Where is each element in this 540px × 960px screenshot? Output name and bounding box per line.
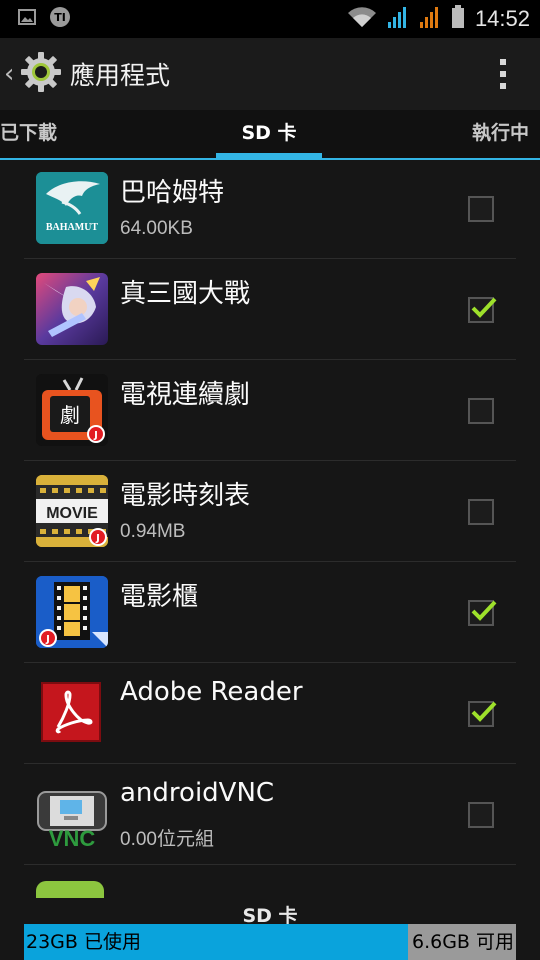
wifi-icon <box>347 6 377 32</box>
action-bar: ‹ 應用程式 <box>0 38 540 110</box>
app-checkbox[interactable] <box>468 297 497 323</box>
tv-drama-icon: 劇 J <box>36 374 108 446</box>
app-checkbox[interactable] <box>468 499 494 525</box>
app-name: 電視連續劇 <box>120 380 251 410</box>
app-checkbox[interactable] <box>468 802 494 828</box>
list-item[interactable]: 劇 J 電視連續劇 <box>24 360 516 461</box>
app-size: 64.00KB <box>120 218 193 239</box>
app-name: 真三國大戰 <box>120 279 251 309</box>
check-mark-icon <box>471 297 497 318</box>
app-checkbox[interactable] <box>468 701 497 727</box>
app-checkbox[interactable] <box>468 398 494 424</box>
list-item[interactable]: MOVIE J 電影時刻表 0.94MB <box>24 461 516 562</box>
app-name: 巴哈姆特 <box>120 178 225 208</box>
app-list[interactable]: BAHAMUT 巴哈姆特 64.00KB 真三國大戰 劇 J 電視連續劇 MOV… <box>0 158 540 898</box>
check-mark-icon <box>471 701 497 722</box>
gear-icon[interactable] <box>20 51 62 97</box>
svg-text:MOVIE: MOVIE <box>46 505 98 522</box>
app-checkbox[interactable] <box>468 600 497 626</box>
storage-used-text: 23GB 已使用 <box>26 931 141 953</box>
image-icon <box>18 9 36 29</box>
svg-text:BAHAMUT: BAHAMUT <box>46 222 99 233</box>
list-item[interactable]: J 電影櫃 <box>24 562 516 663</box>
app-name: androidVNC <box>120 778 275 808</box>
svg-text:VNC: VNC <box>49 826 96 850</box>
app-size: 0.00位元組 <box>120 829 214 850</box>
list-item[interactable]: VNC androidVNC 0.00位元組 <box>24 764 516 865</box>
app-name: Adobe Reader <box>120 677 303 707</box>
svg-text:劇: 劇 <box>60 403 80 427</box>
status-time: 14:52 <box>474 6 530 31</box>
movie-times-icon: MOVIE J <box>36 475 108 547</box>
svg-text:J: J <box>95 533 100 544</box>
overflow-menu-icon[interactable] <box>500 59 506 89</box>
signal-orange-icon <box>419 5 441 33</box>
battery-icon <box>451 5 465 33</box>
film-cabinet-icon: J <box>36 576 108 648</box>
tab-sd-card[interactable]: SD 卡 <box>216 110 322 158</box>
storage-free-text: 6.6GB 可用 <box>411 931 514 953</box>
vnc-icon: VNC <box>36 778 108 850</box>
status-bar: TI 14:52 <box>0 0 540 38</box>
storage-bar: 23GB 已使用 6.6GB 可用 <box>24 924 516 960</box>
app-name: 電影時刻表 <box>120 481 251 511</box>
tab-running[interactable]: 執行中 <box>472 110 529 156</box>
tab-bar: 已下載 SD 卡 執行中 <box>0 110 540 160</box>
warrior-game-icon <box>36 273 108 345</box>
list-item[interactable]: 真三國大戰 <box>24 259 516 360</box>
partial-app-icon <box>36 881 104 898</box>
svg-text:TI: TI <box>54 11 66 24</box>
app-checkbox[interactable] <box>468 196 494 222</box>
list-item[interactable]: Adobe Reader <box>24 663 516 764</box>
svg-text:J: J <box>45 634 50 645</box>
back-chevron-icon[interactable]: ‹ <box>4 59 20 89</box>
page-title: 應用程式 <box>70 61 171 90</box>
adobe-reader-icon <box>36 677 108 749</box>
app-size: 0.94MB <box>120 521 186 542</box>
signal-blue-icon <box>387 5 409 33</box>
list-item[interactable] <box>24 865 516 898</box>
tab-downloaded[interactable]: 已下載 <box>0 110 57 156</box>
svg-text:J: J <box>93 430 98 441</box>
check-mark-icon <box>471 600 497 621</box>
bahamut-icon: BAHAMUT <box>36 172 108 244</box>
list-item[interactable]: BAHAMUT 巴哈姆特 64.00KB <box>24 158 516 259</box>
app-name: 電影櫃 <box>120 582 199 612</box>
notification-app-icon: TI <box>48 5 72 33</box>
